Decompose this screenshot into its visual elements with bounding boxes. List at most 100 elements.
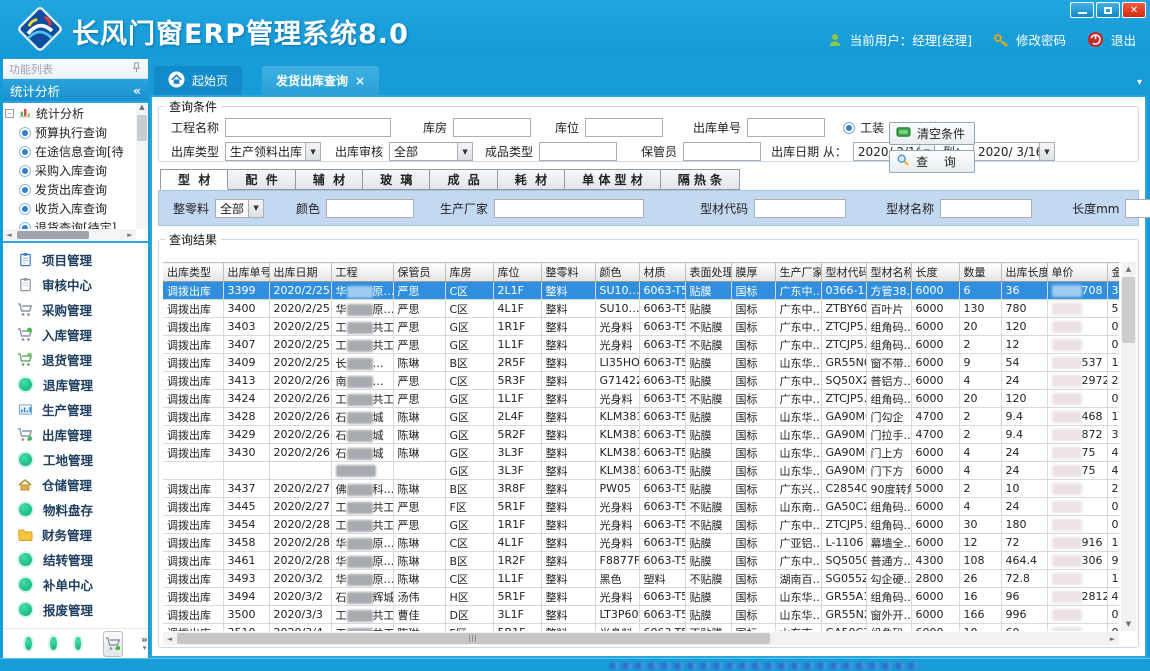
column-header[interactable]: 型材代码 (821, 263, 866, 282)
column-header[interactable]: 库位 (493, 263, 541, 282)
material-tab[interactable]: 耗 材 (498, 169, 565, 190)
tab-list-caret-icon[interactable]: ▾ (1137, 77, 1142, 88)
table-row[interactable]: 调拨出库35002020/3/3工共工程曹佳D区3L1F整料LT3P606063… (163, 606, 1119, 624)
tree-item[interactable]: 收货入库查询 (5, 199, 135, 218)
material-tab[interactable]: 单 体 型 材 (565, 169, 661, 190)
table-row[interactable]: 调拨出库34282020/2/26石城陈琳G区2L4F整料KLM38176063… (163, 408, 1119, 426)
table-row[interactable]: 调拨出库34242020/2/26工共工程严思G区1L1F整料光身料6063-T… (163, 390, 1119, 408)
table-row[interactable]: 调拨出库34372020/2/27佛科…陈琳B区3R8F整料PW056063-T… (163, 480, 1119, 498)
column-header[interactable]: 表面处理 (685, 263, 731, 282)
column-header[interactable]: 数量 (959, 263, 1001, 282)
logout-link[interactable]: 退出 (1111, 30, 1136, 49)
module-dot-button[interactable] (25, 637, 32, 650)
column-header[interactable]: 出库单号 (223, 263, 269, 282)
column-header[interactable]: 型材名称 (866, 263, 911, 282)
tree-horizontal-scrollbar[interactable]: ◄ ► (3, 229, 136, 241)
column-header[interactable]: 长度 (911, 263, 959, 282)
scroll-left-icon[interactable]: ◄ (3, 231, 15, 239)
results-horizontal-scrollbar[interactable]: ◄ ► (163, 632, 1119, 645)
scroll-up-icon[interactable]: ▲ (1121, 262, 1136, 276)
sidebar-item[interactable]: 出库管理 (3, 422, 148, 447)
whole-part-select[interactable]: 全部▼ (215, 199, 264, 218)
column-header[interactable]: 膜厚 (731, 263, 775, 282)
tree-root-item[interactable]: -统计分析 (5, 104, 135, 123)
table-row[interactable]: 调拨出库34542020/2/28工共工程严思G区1R1F整料光身料6063-T… (163, 516, 1119, 534)
minimize-button[interactable] (1070, 2, 1094, 18)
color-input[interactable] (326, 199, 414, 218)
sidebar-item[interactable]: 物料盘存 (3, 497, 148, 522)
column-header[interactable]: 整零料 (541, 263, 595, 282)
column-header[interactable]: 单价 (1047, 263, 1107, 282)
table-row[interactable]: 调拨出库34092020/2/25长…陈琳B区2R5F整料LI35HO6063-… (163, 354, 1119, 372)
sidebar-item[interactable]: 入库管理 (3, 322, 148, 347)
table-row[interactable]: 调拨出库34942020/3/2石辉城汤伟H区5R1F整料光身料6063-T5贴… (163, 588, 1119, 606)
stats-section-header[interactable]: 统计分析 « (3, 79, 148, 101)
results-vscroll-thumb[interactable] (1122, 277, 1135, 343)
table-row[interactable]: 调拨出库34612020/2/28华原…陈琳B区1R2F整料F8877FT606… (163, 552, 1119, 570)
table-row[interactable]: 调拨出库35102020/3/4工共工程陈琳F区5R1F整料光身料6063-T5… (163, 624, 1119, 632)
table-row[interactable]: 调拨出库34582020/2/28华原…陈琳C区4L1F整料光身料6063-T5… (163, 534, 1119, 552)
tab-close-icon[interactable]: × (355, 74, 365, 88)
material-tab[interactable]: 配 件 (228, 169, 295, 190)
column-header[interactable]: 库房 (445, 263, 493, 282)
column-header[interactable]: 出库日期 (269, 263, 331, 282)
tree-item[interactable]: 在途信息查询[待 (5, 142, 135, 161)
column-header[interactable]: 颜色 (595, 263, 639, 282)
date-to-picker[interactable]: 2020/ 3/16▼ (973, 142, 1055, 161)
more-modules-button[interactable]: »▾ (141, 636, 148, 652)
column-header[interactable]: 工程 (331, 263, 393, 282)
sidebar-item[interactable]: 财务管理 (3, 522, 148, 547)
results-header-row[interactable]: 出库类型出库单号出库日期工程保管员库房库位整零料颜色材质表面处理膜厚生产厂家型材… (163, 263, 1119, 282)
material-tab[interactable]: 辅 材 (296, 169, 363, 190)
material-tab[interactable]: 玻 璃 (363, 169, 430, 190)
table-row[interactable]: 调拨出库34302020/2/26石城陈琳G区3L3F整料KLM38176063… (163, 444, 1119, 462)
tree-hscroll-thumb[interactable] (17, 231, 89, 239)
tab-home[interactable]: 起始页 (154, 66, 242, 95)
column-header[interactable]: 金 (1107, 263, 1119, 282)
results-hscroll-thumb[interactable] (177, 633, 770, 644)
clear-conditions-button[interactable]: 清空条件 (889, 122, 975, 145)
sidebar-item[interactable]: 审核中心 (3, 272, 148, 297)
table-row[interactable]: 调拨出库33992020/2/25华原…严思C区2L1F整料SU10…6063-… (163, 282, 1119, 300)
tree-item[interactable]: 采购入库查询 (5, 161, 135, 180)
pin-icon[interactable] (131, 62, 142, 76)
scroll-down-icon[interactable]: ▼ (1121, 617, 1136, 631)
manufacturer-input[interactable] (494, 199, 644, 218)
column-header[interactable]: 保管员 (393, 263, 445, 282)
sidebar-item[interactable]: 退货管理 (3, 347, 148, 372)
outbound-type-select[interactable]: 生产领料出库▼ (225, 142, 321, 161)
scroll-up-icon[interactable]: ▲ (136, 103, 148, 111)
search-button[interactable]: 查 询 (889, 150, 975, 173)
column-header[interactable]: 材质 (639, 263, 685, 282)
sidebar-item[interactable]: 工地管理 (3, 447, 148, 472)
profile-code-input[interactable] (754, 199, 846, 218)
radio-selected[interactable]: 工装 (843, 119, 884, 136)
scroll-left-icon[interactable]: ◄ (163, 632, 176, 645)
material-tab[interactable]: 成 品 (430, 169, 497, 190)
tree-vscroll-thumb[interactable] (137, 115, 147, 141)
tree-item[interactable]: 退货查询[待定] (5, 218, 135, 229)
table-row[interactable]: 调拨出库34132020/2/26南…严思C区5R3F整料G714226063-… (163, 372, 1119, 390)
material-tab[interactable]: 型 材 (160, 169, 228, 190)
project-name-input[interactable] (225, 118, 391, 137)
column-header[interactable]: 出库类型 (163, 263, 223, 282)
module-dot-button[interactable] (50, 637, 57, 650)
cart-module-button[interactable] (103, 631, 123, 657)
material-tab[interactable]: 隔 热 条 (661, 169, 740, 190)
location-input[interactable] (585, 118, 663, 137)
product-type-input[interactable] (539, 142, 617, 161)
tree-expander-icon[interactable]: - (5, 109, 14, 118)
maximize-button[interactable] (1096, 2, 1120, 18)
scroll-right-icon[interactable]: ► (1106, 632, 1119, 645)
sidebar-item[interactable]: 采购管理 (3, 297, 148, 322)
tree-vertical-scrollbar[interactable]: ▲ (136, 103, 148, 229)
profile-name-input[interactable] (940, 199, 1032, 218)
change-password-link[interactable]: 修改密码 (1016, 30, 1066, 49)
sidebar-item[interactable]: 仓储管理 (3, 472, 148, 497)
sidebar-item[interactable]: 退库管理 (3, 372, 148, 397)
tree-item[interactable]: 发货出库查询 (5, 180, 135, 199)
table-row[interactable]: G区3L3F整料KLM38176063-T5贴膜国标山东华…GA90M09.门下… (163, 462, 1119, 480)
sidebar-item[interactable]: 报废管理 (3, 597, 148, 622)
sidebar-item[interactable]: 补单中心 (3, 572, 148, 597)
length-input[interactable] (1125, 199, 1150, 218)
